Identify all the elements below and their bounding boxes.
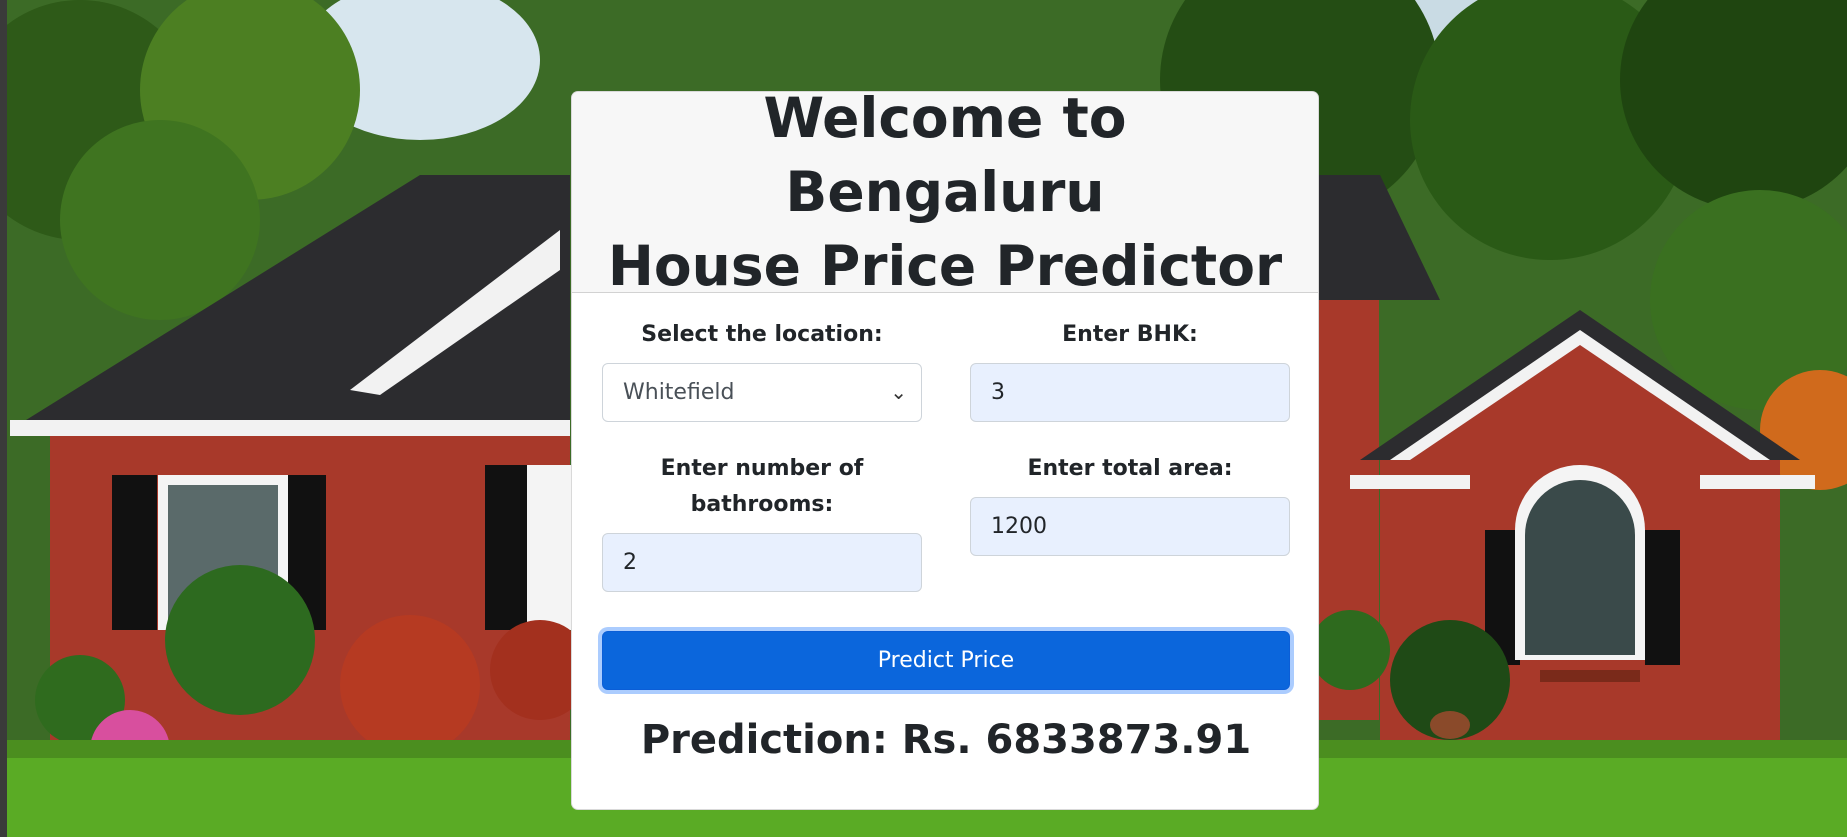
bathrooms-input[interactable]: 2	[602, 533, 922, 592]
location-field: Select the location: Whitefield ⌄	[602, 317, 922, 422]
location-select[interactable]: Whitefield ⌄	[602, 363, 922, 422]
bhk-input[interactable]: 3	[970, 363, 1290, 422]
chevron-down-icon: ⌄	[890, 380, 907, 404]
predictor-card: Welcome to Bengaluru House Price Predict…	[571, 91, 1319, 810]
location-selected-value: Whitefield	[623, 380, 735, 405]
area-label: Enter total area:	[1027, 456, 1233, 481]
prediction-result: Prediction: Rs. 6833873.91	[640, 717, 1252, 763]
predict-price-button[interactable]: Predict Price	[602, 631, 1290, 690]
page-title: Welcome to Bengaluru House Price Predict…	[602, 91, 1288, 303]
card-header: Welcome to Bengaluru House Price Predict…	[572, 92, 1318, 298]
bhk-label: Enter BHK:	[1062, 322, 1198, 347]
bathrooms-label: Enter number of bathrooms:	[660, 456, 864, 517]
page-title-line-2: House Price Predictor	[607, 234, 1283, 298]
bathrooms-field: Enter number of bathrooms: 2	[602, 451, 922, 592]
area-input[interactable]: 1200	[970, 497, 1290, 556]
bhk-field: Enter BHK: 3	[970, 317, 1290, 422]
page-title-line-1: Welcome to Bengaluru	[763, 91, 1127, 224]
window-edge	[0, 0, 7, 837]
area-field: Enter total area: 1200	[970, 451, 1290, 556]
location-label: Select the location:	[641, 322, 883, 347]
